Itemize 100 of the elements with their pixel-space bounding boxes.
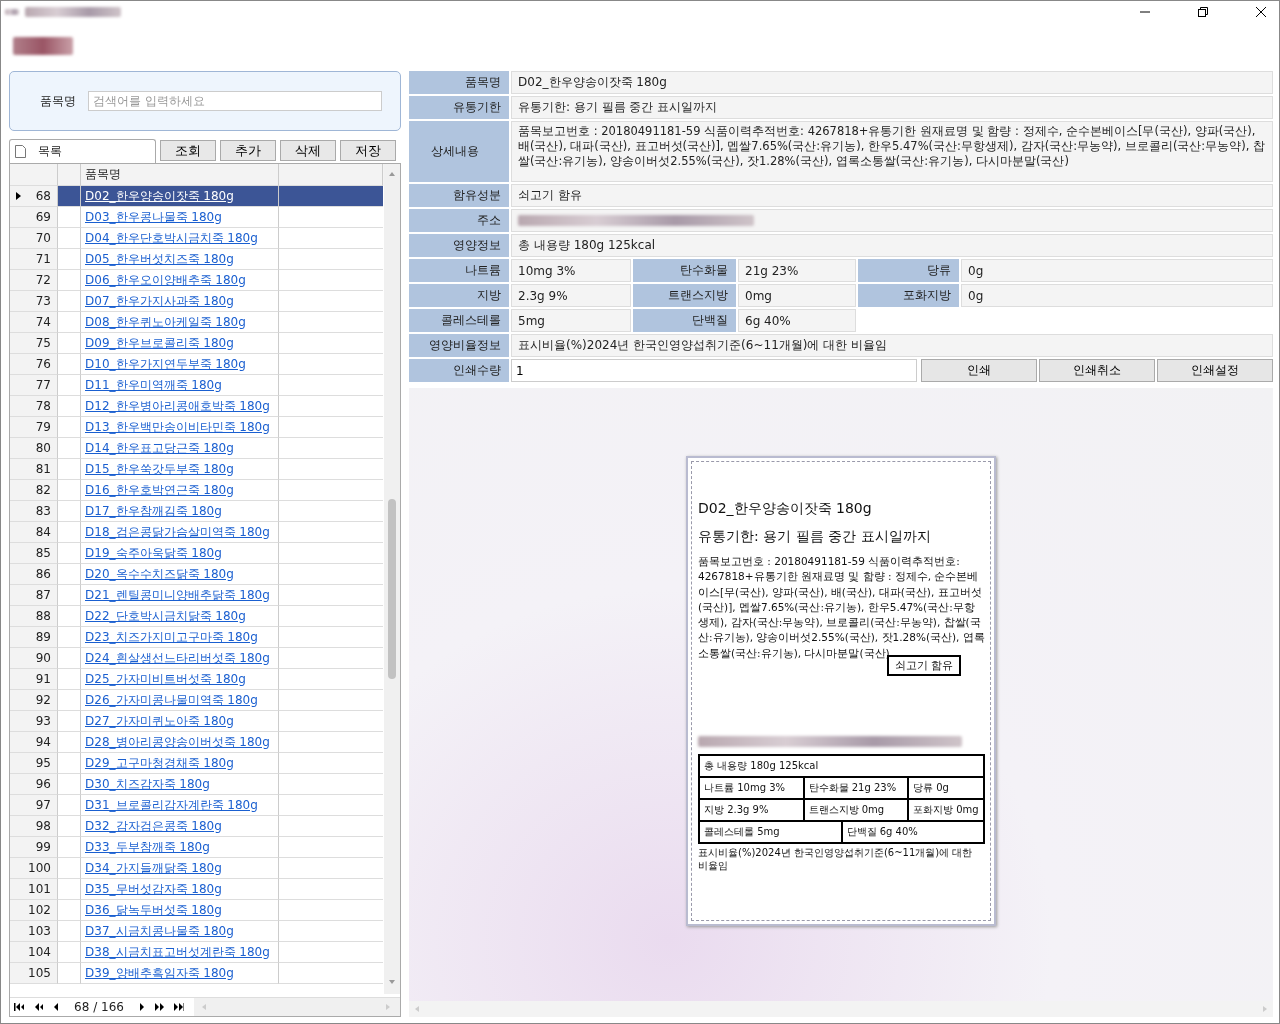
- item-link[interactable]: D13_한우백만송이비타민죽 180g: [85, 418, 270, 436]
- row-number: 70: [10, 228, 58, 249]
- item-link[interactable]: D30_치즈감자죽 180g: [85, 775, 210, 793]
- item-link[interactable]: D03_한우콩나물죽 180g: [85, 208, 222, 226]
- item-link[interactable]: D37_시금치콩나물죽 180g: [85, 922, 234, 940]
- row-number: 99: [10, 837, 58, 858]
- field-label: 영양정보: [409, 234, 509, 257]
- restore-icon[interactable]: [1197, 6, 1209, 18]
- toolbar-button[interactable]: 추가: [220, 140, 276, 161]
- first-page-icon[interactable]: [14, 1003, 25, 1011]
- item-link[interactable]: D07_한우가지사과죽 180g: [85, 292, 234, 310]
- product-title: D02_한우양송이잣죽 180g: [698, 500, 873, 518]
- shelf-life-text: 유통기한: 용기 필름 중간 표시일까지: [698, 528, 932, 546]
- search-field[interactable]: 검색어를 입력하세요: [88, 91, 382, 111]
- horizontal-scrollbar[interactable]: [409, 1001, 1273, 1017]
- item-link[interactable]: D23_치즈가지미고구마죽 180g: [85, 628, 258, 646]
- nutrition-cell: 탄수화물 21g 23%: [802, 778, 907, 799]
- item-link[interactable]: D05_한우버섯치즈죽 180g: [85, 250, 234, 268]
- item-link[interactable]: D08_한우퀴노아케일죽 180g: [85, 313, 246, 331]
- item-link[interactable]: D15_한우쑥갓두부죽 180g: [85, 460, 234, 478]
- item-link[interactable]: D34_가지들깨닭죽 180g: [85, 859, 222, 877]
- row-number: 93: [10, 711, 58, 732]
- item-link[interactable]: D36_닭녹두버섯죽 180g: [85, 901, 222, 919]
- item-link[interactable]: D11_한우미역깨죽 180g: [85, 376, 222, 394]
- item-link[interactable]: D21_렌틸콩미니양배추닭죽 180g: [85, 586, 270, 604]
- next-page-group-icon[interactable]: [154, 1003, 164, 1011]
- item-link[interactable]: D17_한우참깨김죽 180g: [85, 502, 222, 520]
- field-value: 10mg 3%: [511, 259, 631, 282]
- item-link[interactable]: D12_한우병아리콩애호박죽 180g: [85, 397, 270, 415]
- nutrition-cell-text: 지방 2.3g 9%: [703, 803, 770, 818]
- row-number: 83: [10, 501, 58, 522]
- item-link[interactable]: D16_한우호박연근죽 180g: [85, 481, 234, 499]
- row-number: 103: [10, 921, 58, 942]
- previous-page-group-icon[interactable]: [34, 1003, 44, 1011]
- print-button[interactable]: 인쇄: [921, 359, 1037, 382]
- item-link[interactable]: D31_브로콜리감자계란죽 180g: [85, 796, 258, 814]
- nutrition-cell: 당류 0g: [907, 778, 983, 799]
- field-value: 쇠고기 함유: [511, 184, 1273, 207]
- item-link[interactable]: D33_두부참깨죽 180g: [85, 838, 210, 856]
- row-number: 94: [10, 732, 58, 753]
- item-link[interactable]: D06_한우오이양배추죽 180g: [85, 271, 246, 289]
- search-label: 품목명: [40, 92, 76, 110]
- row-number: 85: [10, 543, 58, 564]
- item-link[interactable]: D04_한우단호박시금치죽 180g: [85, 229, 258, 247]
- row-number: 87: [10, 585, 58, 606]
- row-number: 105: [10, 963, 58, 984]
- toolbar-button[interactable]: 삭제: [280, 140, 336, 161]
- item-link[interactable]: D27_가자미퀴노아죽 180g: [85, 712, 234, 730]
- field-label: 유통기한: [409, 96, 509, 119]
- item-link[interactable]: D26_가자미콩나물미역죽 180g: [85, 691, 258, 709]
- item-link[interactable]: D24_흰살생선느타리버섯죽 180g: [85, 649, 270, 667]
- item-link[interactable]: D25_가자미비트버섯죽 180g: [85, 670, 246, 688]
- item-link[interactable]: D09_한우브로콜리죽 180g: [85, 334, 234, 352]
- item-link[interactable]: D22_단호박시금치닭죽 180g: [85, 607, 246, 625]
- last-page-icon[interactable]: [173, 1003, 184, 1011]
- row-number: 104: [10, 942, 58, 963]
- row-number: 97: [10, 795, 58, 816]
- field-value: 총 내용량 180g 125kcal: [511, 234, 1273, 257]
- row-number: 100: [10, 858, 58, 879]
- next-page-icon[interactable]: [139, 1003, 145, 1011]
- item-link[interactable]: D32_감자검은콩죽 180g: [85, 817, 222, 835]
- field-label: 품목명: [409, 71, 509, 94]
- item-link[interactable]: D39_양배추흑임자죽 180g: [85, 964, 234, 982]
- item-link[interactable]: D29_고구마청경채죽 180g: [85, 754, 234, 772]
- row-number: 68: [10, 186, 58, 207]
- row-number: 81: [10, 459, 58, 480]
- field-value: 0g: [961, 259, 1273, 282]
- item-link[interactable]: D18_검은콩닭가슴살미역죽 180g: [85, 523, 270, 541]
- previous-page-icon[interactable]: [53, 1003, 59, 1011]
- row-number: 90: [10, 648, 58, 669]
- app-icon: [5, 9, 19, 15]
- nutrition-cell-text: 콜레스테롤 5mg: [703, 825, 781, 840]
- nutrition-cell-text: 총 내용량 180g 125kcal: [703, 759, 820, 774]
- row-number: 69: [10, 207, 58, 228]
- quantity-field[interactable]: 1: [511, 359, 917, 382]
- field-value: 표시비율(%)2024년 한국인영양섭취기준(6~11개월)에 대한 비율임: [511, 334, 1273, 357]
- nutrition-cell: 포화지방 0mg: [907, 800, 983, 821]
- list-tab[interactable]: 목록: [9, 139, 156, 163]
- row-number: 71: [10, 249, 58, 270]
- field-label: 단백질: [633, 309, 736, 332]
- toolbar-button[interactable]: 저장: [340, 140, 396, 161]
- item-link[interactable]: D28_병아리콩양송이버섯죽 180g: [85, 733, 270, 751]
- item-link[interactable]: D14_한우표고당근죽 180g: [85, 439, 234, 457]
- row-number: 78: [10, 396, 58, 417]
- horizontal-scrollbar[interactable]: [194, 998, 400, 1016]
- item-link[interactable]: D35_무버섯감자죽 180g: [85, 880, 222, 898]
- item-link[interactable]: D20_옥수수치즈닭죽 180g: [85, 565, 234, 583]
- field-label: 상세내용: [409, 121, 509, 182]
- item-link[interactable]: D19_숙주아욱닭죽 180g: [85, 544, 222, 562]
- item-link[interactable]: D38_시금치표고버섯계란죽 180g: [85, 943, 270, 961]
- document-icon: [15, 145, 26, 158]
- toolbar-button[interactable]: 조회: [160, 140, 216, 161]
- field-label: 지방: [409, 284, 509, 307]
- close-icon[interactable]: [1255, 6, 1267, 18]
- row-number: 80: [10, 438, 58, 459]
- print-button[interactable]: 인쇄설정: [1157, 359, 1273, 382]
- item-link[interactable]: D10_한우가지연두부죽 180g: [85, 355, 246, 373]
- field-label: 포화지방: [858, 284, 959, 307]
- field-value: 0g: [961, 284, 1273, 307]
- print-button[interactable]: 인쇄취소: [1039, 359, 1155, 382]
